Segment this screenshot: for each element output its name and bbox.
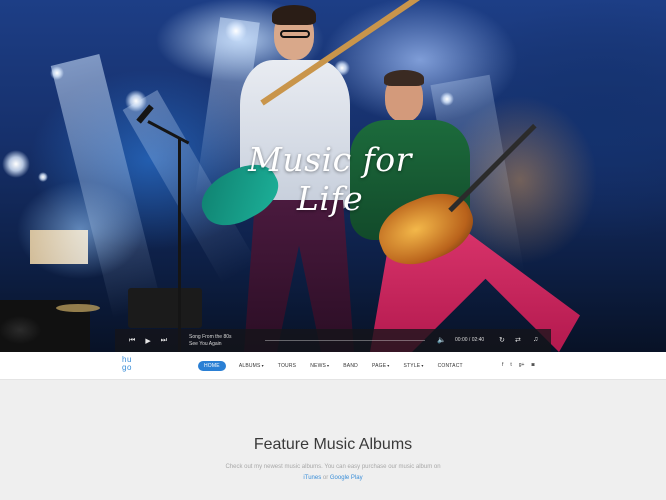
amplifier [128, 288, 202, 328]
skip-forward-icon[interactable]: ⏭ [161, 337, 167, 345]
cymbal [56, 304, 100, 312]
stage-sign [30, 230, 88, 264]
nav-item-tours[interactable]: TOURS [278, 363, 296, 369]
progress-bar[interactable] [265, 340, 425, 341]
time-separator: / [468, 337, 471, 343]
navbar: hu go HOME ALBUMS▾ TOURS NEWS▾ BAND PAGE▾ STYL… [0, 352, 666, 380]
volume-icon[interactable]: 🔈 [437, 336, 446, 344]
audio-player: ⏮ ▶ ⏭ Song From the 80s See You Again 🔈 … [115, 329, 551, 352]
or-text: or [321, 475, 330, 481]
nav-item-home[interactable]: HOME [198, 361, 226, 371]
spotlight [50, 66, 64, 80]
spotlight [2, 150, 30, 178]
skip-back-icon[interactable]: ⏮ [129, 337, 135, 345]
play-icon[interactable]: ▶ [145, 337, 150, 345]
caret-down-icon: ▾ [327, 363, 330, 368]
music-note-icon[interactable]: ♫ [533, 336, 538, 343]
nav-item-label: BAND [343, 363, 358, 369]
hero-title: Music for Life [248, 140, 412, 218]
section-desc-line2: iTunes or Google Play [0, 473, 666, 484]
nav-item-label: CONTACT [437, 363, 463, 369]
track-info: Song From the 80s See You Again [189, 334, 232, 348]
mic-stand [178, 138, 181, 352]
section-desc-line1: Check out my newest music albums. You ca… [225, 464, 441, 470]
nav-item-label: PAGE [371, 363, 387, 369]
nav-item-band[interactable]: BAND [343, 363, 358, 369]
stage-light-beam [50, 53, 163, 319]
hair [272, 5, 316, 25]
google-play-link[interactable]: Google Play [330, 475, 363, 481]
spotlight [38, 172, 48, 182]
nav-menu: HOME ALBUMS▾ TOURS NEWS▾ BAND PAGE▾ STYLE▾ CONT… [198, 361, 477, 371]
nav-item-label: NEWS [310, 363, 327, 369]
social-links: f t g+ ◙ [502, 362, 542, 368]
nav-item-label: STYLE [403, 363, 421, 369]
shuffle-icon[interactable]: ⇄ [515, 336, 521, 344]
nav-item-news[interactable]: NEWS▾ [310, 363, 329, 369]
nav-item-label: TOURS [277, 363, 297, 369]
facebook-icon[interactable]: f [502, 362, 503, 368]
caret-down-icon: ▾ [387, 363, 390, 368]
nav-item-page[interactable]: PAGE▾ [372, 363, 390, 369]
time-display: 00:00 / 02:40 [455, 337, 484, 343]
nav-item-albums[interactable]: ALBUMS▾ [239, 363, 264, 369]
repeat-icon[interactable]: ↻ [499, 336, 505, 344]
track-subtitle: See You Again [189, 340, 222, 347]
nav-item-label: HOME [204, 363, 220, 369]
section-title: Feature Music Albums [253, 436, 413, 453]
nav-item-style[interactable]: STYLE▾ [404, 363, 424, 369]
hero-banner: Music for Life ⏮ ▶ ⏭ Song From the 80s S… [0, 0, 666, 352]
duration: 02:40 [471, 337, 485, 343]
track-title: Song From the 80s [189, 333, 232, 340]
nav-item-contact[interactable]: CONTACT [438, 363, 463, 369]
google-plus-icon[interactable]: g+ [519, 362, 525, 368]
logo-bottom: go [122, 363, 132, 372]
logo[interactable]: hu go [122, 356, 138, 372]
twitter-icon[interactable]: t [510, 362, 511, 368]
glasses [280, 30, 310, 38]
section-description: Check out my newest music albums. You ca… [0, 462, 666, 484]
hair [384, 70, 424, 86]
nav-item-label: ALBUMS [238, 363, 261, 369]
spotlight [125, 90, 147, 112]
instagram-icon[interactable]: ◙ [531, 362, 534, 368]
itunes-link[interactable]: iTunes [303, 475, 321, 481]
caret-down-icon: ▾ [421, 363, 424, 368]
caret-down-icon: ▾ [261, 363, 264, 368]
current-time: 00:00 [455, 337, 468, 343]
